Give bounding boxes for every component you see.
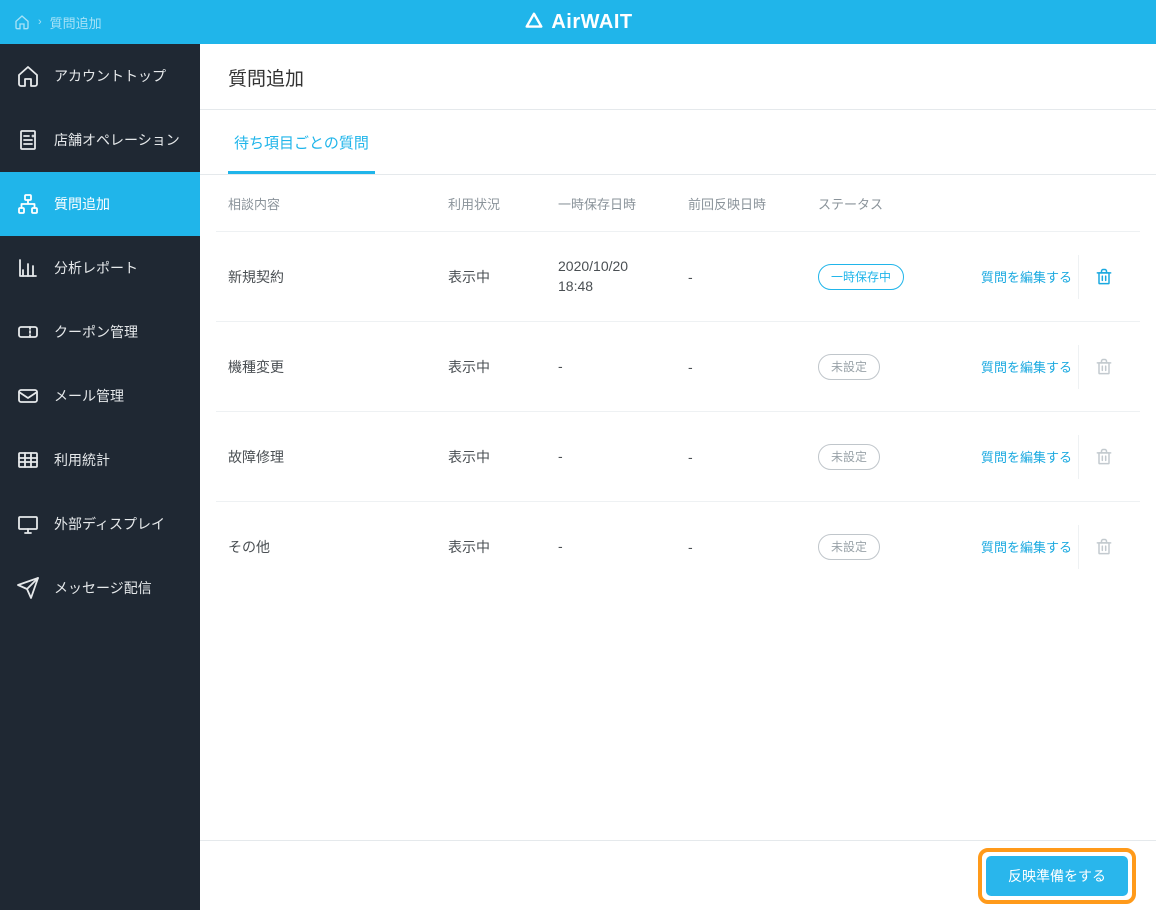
brand-text: AirWAIT: [551, 11, 632, 34]
tab-questions-per-item[interactable]: 待ち項目ごとの質問: [228, 110, 375, 174]
sidebar: アカウントトップ店舗オペレーション質問追加分析レポートクーポン管理メール管理利用…: [0, 44, 200, 910]
delete-button: [1078, 435, 1128, 479]
sidebar-item-table[interactable]: 利用統計: [0, 428, 200, 492]
table-header: 相談内容 利用状況 一時保存日時 前回反映日時 ステータス: [216, 175, 1140, 231]
sidebar-item-label: 外部ディスプレイ: [54, 514, 165, 534]
cell-usage: 表示中: [448, 357, 558, 377]
col-usage: 利用状況: [448, 194, 558, 213]
sidebar-item-label: 店舗オペレーション: [54, 130, 180, 150]
cell-applied-at: -: [688, 539, 818, 555]
sidebar-item-mail[interactable]: メール管理: [0, 364, 200, 428]
col-saved-at: 一時保存日時: [558, 194, 688, 213]
sidebar-item-label: 利用統計: [54, 450, 110, 470]
tabs: 待ち項目ごとの質問: [200, 110, 1156, 175]
sidebar-item-receipt[interactable]: 店舗オペレーション: [0, 108, 200, 172]
cell-saved-at: 2020/10/20 18:48: [558, 257, 688, 296]
apply-button[interactable]: 反映準備をする: [986, 856, 1128, 896]
breadcrumb-current: 質問追加: [50, 13, 102, 32]
display-icon: [16, 512, 40, 536]
table-icon: [16, 448, 40, 472]
send-icon: [16, 576, 40, 600]
brand-suffix: WAIT: [581, 11, 633, 33]
cell-usage: 表示中: [448, 267, 558, 287]
cell-applied-at: -: [688, 359, 818, 375]
edit-question-link[interactable]: 質問を編集する: [938, 267, 1078, 286]
cell-consult: 新規契約: [228, 267, 448, 287]
page-header: 質問追加: [200, 44, 1156, 110]
main-content: 質問追加 待ち項目ごとの質問 相談内容 利用状況 一時保存日時 前回反映日時 ス…: [200, 44, 1156, 910]
sidebar-item-label: メッセージ配信: [54, 578, 152, 598]
sidebar-item-label: クーポン管理: [54, 322, 138, 342]
chart-icon: [16, 256, 40, 280]
page-title: 質問追加: [228, 64, 1128, 91]
brand: AirWAIT: [523, 11, 632, 34]
delete-button: [1078, 345, 1128, 389]
sidebar-item-label: 質問追加: [54, 194, 110, 214]
cell-status: 一時保存中: [818, 264, 938, 290]
sidebar-item-label: 分析レポート: [54, 258, 138, 278]
sidebar-item-chart[interactable]: 分析レポート: [0, 236, 200, 300]
cell-applied-at: -: [688, 449, 818, 465]
sitemap-icon: [16, 192, 40, 216]
cell-usage: 表示中: [448, 447, 558, 467]
table-row: 機種変更表示中--未設定質問を編集する: [216, 321, 1140, 411]
receipt-icon: [16, 128, 40, 152]
home-icon[interactable]: [14, 14, 30, 30]
cell-status: 未設定: [818, 354, 938, 380]
cell-usage: 表示中: [448, 537, 558, 557]
cell-consult: その他: [228, 537, 448, 557]
cell-applied-at: -: [688, 269, 818, 285]
breadcrumb: › 質問追加: [14, 13, 102, 32]
sidebar-item-ticket[interactable]: クーポン管理: [0, 300, 200, 364]
cell-saved-at: -: [558, 357, 688, 377]
col-status: ステータス: [818, 194, 938, 213]
col-applied-at: 前回反映日時: [688, 194, 818, 213]
ticket-icon: [16, 320, 40, 344]
table: 相談内容 利用状況 一時保存日時 前回反映日時 ステータス 新規契約表示中202…: [200, 175, 1156, 840]
cell-consult: 故障修理: [228, 447, 448, 467]
cell-saved-at: -: [558, 447, 688, 467]
delete-button[interactable]: [1078, 255, 1128, 299]
sidebar-item-sitemap[interactable]: 質問追加: [0, 172, 200, 236]
edit-question-link[interactable]: 質問を編集する: [938, 537, 1078, 556]
status-badge: 未設定: [818, 444, 880, 470]
status-badge: 未設定: [818, 354, 880, 380]
sidebar-item-label: アカウントトップ: [54, 66, 166, 86]
cell-consult: 機種変更: [228, 357, 448, 377]
mail-icon: [16, 384, 40, 408]
cell-status: 未設定: [818, 444, 938, 470]
sidebar-item-label: メール管理: [54, 386, 124, 406]
chevron-right-icon: ›: [38, 16, 42, 28]
sidebar-item-display[interactable]: 外部ディスプレイ: [0, 492, 200, 556]
status-badge: 一時保存中: [818, 264, 904, 290]
table-row: その他表示中--未設定質問を編集する: [216, 501, 1140, 591]
status-badge: 未設定: [818, 534, 880, 560]
brand-prefix: Air: [551, 11, 580, 33]
col-consult: 相談内容: [228, 194, 448, 213]
edit-question-link[interactable]: 質問を編集する: [938, 447, 1078, 466]
edit-question-link[interactable]: 質問を編集する: [938, 357, 1078, 376]
cell-status: 未設定: [818, 534, 938, 560]
sidebar-item-send[interactable]: メッセージ配信: [0, 556, 200, 620]
delete-button: [1078, 525, 1128, 569]
brand-logo-icon: [523, 11, 545, 33]
home-icon: [16, 64, 40, 88]
table-row: 新規契約表示中2020/10/20 18:48-一時保存中 質問を編集する: [216, 231, 1140, 321]
top-bar: › 質問追加 AirWAIT: [0, 0, 1156, 44]
apply-button-highlight: 反映準備をする: [978, 848, 1136, 904]
cell-saved-at: -: [558, 537, 688, 557]
footer: 反映準備をする: [200, 840, 1156, 910]
sidebar-item-home[interactable]: アカウントトップ: [0, 44, 200, 108]
table-row: 故障修理表示中--未設定質問を編集する: [216, 411, 1140, 501]
